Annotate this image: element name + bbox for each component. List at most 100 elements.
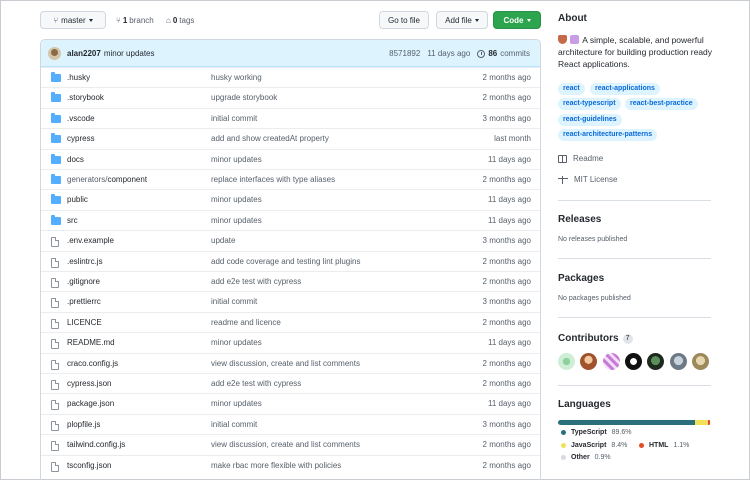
table-row[interactable]: .eslintrc.js add code coverage and testin…	[41, 250, 540, 271]
table-row[interactable]: cypress add and show createdAt property la…	[41, 128, 540, 148]
file-name[interactable]: cypress.json	[67, 374, 111, 393]
file-name[interactable]: .eslintrc.js	[67, 252, 103, 271]
license-link[interactable]: MIT License	[558, 175, 617, 184]
commit-message[interactable]: upgrade storybook	[211, 88, 277, 107]
contributors-heading[interactable]: Contributors 7	[558, 333, 633, 344]
file-name[interactable]: .husky	[67, 68, 90, 87]
file-name[interactable]: LICENCE	[67, 313, 102, 332]
table-row[interactable]: cypress.json add e2e test with cypress 2 m…	[41, 373, 540, 393]
file-name[interactable]: .gitignore	[67, 272, 100, 291]
commit-message[interactable]: initial commit	[211, 415, 257, 434]
packages-heading[interactable]: Packages	[558, 273, 604, 284]
commit-message[interactable]: replace interfaces with type aliases	[211, 170, 335, 189]
go-to-file-button[interactable]: Go to file	[379, 11, 429, 29]
file-name[interactable]: .vscode	[67, 109, 95, 128]
avatar[interactable]	[48, 46, 61, 60]
file-name[interactable]: tsconfig.json	[67, 456, 111, 475]
table-row[interactable]: tsconfig.json make rbac more flexible wit…	[41, 454, 540, 475]
topic-tag[interactable]: react-architecture-patterns	[558, 129, 658, 141]
commit-message[interactable]: minor updates	[211, 211, 262, 230]
file-name[interactable]: plopfile.js	[67, 415, 100, 434]
commit-message[interactable]: initial commit	[211, 109, 257, 128]
avatar[interactable]	[602, 353, 620, 370]
commit-hash[interactable]: 8571892	[389, 49, 420, 58]
language-item[interactable]: Other 0.9%	[561, 454, 611, 461]
commit-count: 86	[488, 49, 498, 58]
commit-message[interactable]: view discussion, create and list comment…	[211, 435, 360, 454]
readme-label: Readme	[573, 154, 604, 163]
commit-message[interactable]: add and show createdAt property	[211, 129, 329, 148]
file-name[interactable]: README.md	[67, 333, 115, 352]
avatar[interactable]	[558, 353, 575, 370]
commit-message[interactable]: minor updates	[211, 394, 262, 413]
table-row[interactable]: .storybook upgrade storybook 2 months ago	[41, 87, 540, 107]
branches-link[interactable]: ⑂ 1 branch	[116, 11, 154, 29]
language-item[interactable]: HTML 1.1%	[639, 442, 689, 449]
file-name[interactable]: generators/component	[67, 170, 147, 189]
topic-tag[interactable]: react-guidelines	[558, 114, 622, 126]
avatar[interactable]	[691, 353, 709, 370]
table-row[interactable]: LICENCE readme and licence 2 months ago	[41, 311, 540, 332]
commit-message[interactable]: add e2e test with cypress	[211, 374, 301, 393]
commit-message[interactable]: make rbac more flexible with policies	[211, 456, 341, 475]
avatar[interactable]	[647, 353, 665, 370]
commit-message[interactable]: view discussion, create and list comment…	[211, 354, 360, 373]
topic-tag[interactable]: react-best-practice	[625, 98, 698, 110]
topic-tag[interactable]: react	[558, 83, 585, 95]
table-row[interactable]: public minor updates 11 days ago	[41, 189, 540, 209]
table-row[interactable]: .vscode initial commit 3 months ago	[41, 107, 540, 128]
commit-message[interactable]: minor updates	[211, 333, 262, 352]
avatar[interactable]	[624, 353, 642, 370]
commit-message[interactable]: add code coverage and testing lint plugi…	[211, 252, 360, 271]
file-name[interactable]: tailwind.config.js	[67, 435, 125, 454]
branch-select-button[interactable]: ⑂ master	[40, 11, 106, 29]
table-row[interactable]: .env.example update 3 months ago	[41, 230, 540, 250]
book-icon	[558, 154, 567, 163]
table-row[interactable]: generators/component replace interfaces w…	[41, 169, 540, 189]
table-row[interactable]: .prettierrc initial commit 3 months ago	[41, 291, 540, 311]
code-button[interactable]: Code	[493, 11, 541, 29]
table-row[interactable]: plopfile.js initial commit 3 months ago	[41, 413, 540, 434]
commit-message[interactable]: initial commit	[211, 292, 257, 311]
commits-link[interactable]: 86 commits	[477, 49, 530, 58]
commit-author[interactable]: alan2207	[67, 49, 101, 58]
releases-heading[interactable]: Releases	[558, 214, 601, 225]
file-name[interactable]: src	[67, 211, 78, 230]
table-row[interactable]: .husky husky working 2 months ago	[41, 67, 540, 87]
table-row[interactable]: docs minor updates 11 days ago	[41, 148, 540, 169]
table-row[interactable]: tailwind.config.js view discussion, creat…	[41, 434, 540, 454]
table-row[interactable]: .gitignore add e2e test with cypress 2 mon…	[41, 271, 540, 291]
file-name[interactable]: cypress	[67, 129, 95, 148]
add-file-button[interactable]: Add file	[436, 11, 488, 29]
file-name-text: docs	[67, 154, 84, 164]
avatar[interactable]	[580, 353, 598, 370]
tags-link[interactable]: ⌂ 0 tags	[166, 11, 194, 29]
file-name[interactable]: .prettierrc	[67, 292, 101, 311]
commit-message[interactable]: readme and licence	[211, 313, 281, 332]
avatar[interactable]	[669, 353, 687, 370]
file-icon	[51, 339, 59, 350]
commit-message[interactable]: minor updates	[211, 190, 262, 209]
file-name[interactable]: .storybook	[67, 88, 104, 107]
table-row[interactable]: src minor updates 11 days ago	[41, 209, 540, 230]
table-row[interactable]: package.json minor updates 11 days ago	[41, 393, 540, 413]
add-file-label: Add file	[445, 15, 472, 25]
license-label: MIT License	[574, 175, 618, 184]
language-item[interactable]: TypeScript 89.6%	[561, 429, 632, 436]
commit-message[interactable]: husky working	[211, 68, 262, 87]
file-name[interactable]: .env.example	[67, 231, 114, 250]
commit-message[interactable]: minor updates	[211, 150, 262, 169]
commit-message[interactable]: add e2e test with cypress	[211, 272, 301, 291]
table-row[interactable]: craco.config.js view discussion, create a…	[41, 352, 540, 373]
readme-link[interactable]: Readme	[558, 154, 603, 163]
file-name[interactable]: docs	[67, 150, 84, 169]
table-row[interactable]: README.md minor updates 11 days ago	[41, 332, 540, 352]
file-name[interactable]: craco.config.js	[67, 354, 118, 373]
commit-message[interactable]: update	[211, 231, 235, 250]
language-item[interactable]: JavaScript 8.4%	[561, 442, 627, 449]
commit-message[interactable]: minor updates	[104, 49, 155, 58]
topic-tag[interactable]: react-typescript	[558, 98, 621, 110]
file-name[interactable]: package.json	[67, 394, 114, 413]
topic-tag[interactable]: react-applications	[590, 83, 660, 95]
file-name[interactable]: public	[67, 190, 88, 209]
